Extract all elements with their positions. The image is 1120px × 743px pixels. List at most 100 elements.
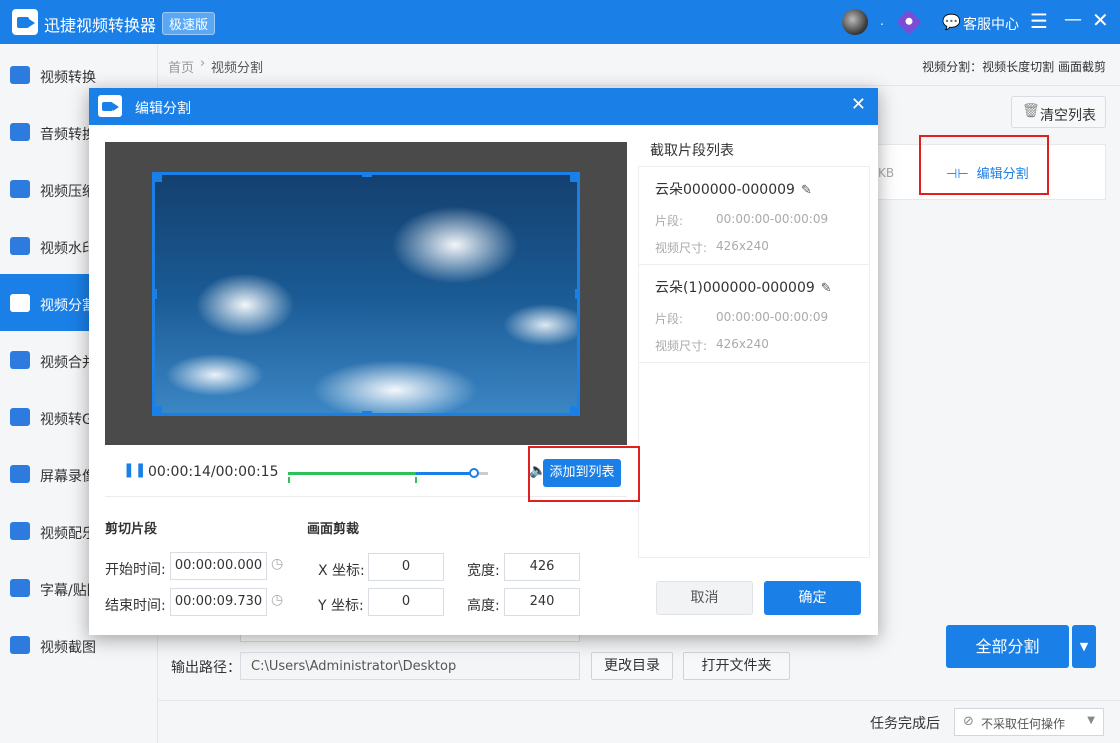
crop-handle[interactable] <box>362 411 372 416</box>
chevron-down-icon[interactable]: ▼ <box>1072 625 1096 668</box>
segment-list: 云朵000000-000009 ✎ 片段: 00:00:00-00:00:09 视… <box>638 166 870 558</box>
sidebar-item-label: 视频压缩 <box>40 184 96 200</box>
segment-size-value: 426x240 <box>716 337 769 351</box>
segment-panel: 截取片段列表 云朵000000-000009 ✎ 片段: 00:00:00-00:… <box>638 128 878 635</box>
playhead-knob[interactable] <box>469 468 479 478</box>
confirm-button[interactable]: 确定 <box>764 581 861 615</box>
edition-badge: 极速版 <box>162 12 216 35</box>
app-logo-icon <box>12 9 38 35</box>
selection-start-handle[interactable] <box>288 477 290 483</box>
crop-handle[interactable] <box>570 172 580 182</box>
crop-handle[interactable] <box>152 289 157 299</box>
segment-list-title: 截取片段列表 <box>650 143 734 159</box>
height-label: 高度: <box>467 598 500 614</box>
chevron-down-icon: ▼ <box>1087 715 1095 726</box>
selection-end-handle[interactable] <box>415 477 417 483</box>
close-icon[interactable]: ✕ <box>851 94 866 115</box>
crop-handle[interactable] <box>152 172 162 182</box>
clear-list-button[interactable]: 🗑 清空列表 <box>1011 96 1106 128</box>
y-coord-label: Y 坐标: <box>318 598 364 614</box>
dialog-header: 编辑分割 ✕ <box>89 88 878 125</box>
app-logo-icon <box>98 95 122 117</box>
chat-icon[interactable]: 💬 <box>942 13 961 31</box>
breadcrumb-home[interactable]: 首页 <box>168 57 194 76</box>
selection-range <box>288 472 416 475</box>
screen-record-icon <box>10 465 30 483</box>
menu-icon[interactable]: ☰ <box>1030 9 1048 33</box>
sidebar-item-label: 视频转换 <box>40 70 96 86</box>
crop-handle[interactable] <box>152 406 162 416</box>
width-input[interactable]: 426 <box>504 553 580 581</box>
video-split-icon <box>10 294 30 312</box>
start-time-input[interactable]: 00:00:00.000 <box>170 552 267 580</box>
crop-handle[interactable] <box>362 172 372 177</box>
file-size: KB <box>878 166 895 180</box>
y-coord-input[interactable]: 0 <box>368 588 444 616</box>
segment-name: 云朵000000-000009 ✎ <box>655 179 812 199</box>
task-complete-label: 任务完成后 <box>870 716 940 732</box>
cut-section-title: 剪切片段 <box>105 522 158 537</box>
audio-convert-icon <box>10 123 30 141</box>
crop-handle[interactable] <box>570 406 580 416</box>
video-screenshot-icon <box>10 636 30 654</box>
x-coord-label: X 坐标: <box>318 563 365 579</box>
dialog-title: 编辑分割 <box>135 101 191 117</box>
video-frame[interactable] <box>152 172 580 416</box>
sidebar-item-label: 屏幕录像 <box>40 469 96 485</box>
change-dir-button[interactable]: 更改目录 <box>591 652 673 680</box>
pause-icon[interactable]: ❚❚ <box>123 462 146 478</box>
crop-handle[interactable] <box>575 289 580 299</box>
segment-name-text: 云朵(1)000000-000009 <box>655 280 815 296</box>
clear-list-label: 清空列表 <box>1040 108 1096 124</box>
breadcrumb-current: 视频分割 <box>211 61 264 76</box>
sidebar-item-label: 视频截图 <box>40 640 96 656</box>
list-item[interactable]: 云朵000000-000009 ✎ 片段: 00:00:00-00:00:09 视… <box>639 167 869 265</box>
vip-icon[interactable] <box>896 9 922 35</box>
segment-range-value: 00:00:00-00:00:09 <box>716 212 829 226</box>
breadcrumb: 首页 › 视频分割 视频分割：视频长度切割 画面截剪 <box>158 44 1120 86</box>
x-coord-input[interactable]: 0 <box>368 553 444 581</box>
mode-info: 视频分割：视频长度切割 画面截剪 <box>922 60 1106 74</box>
segment-name: 云朵(1)000000-000009 ✎ <box>655 277 832 297</box>
clock-icon[interactable]: ◷ <box>271 592 283 608</box>
video-convert-icon <box>10 66 30 84</box>
segment-range-label: 片段: <box>655 312 684 326</box>
app-title: 迅捷视频转换器 <box>44 16 157 35</box>
playback-slider[interactable] <box>288 468 488 483</box>
list-item[interactable]: 云朵(1)000000-000009 ✎ 片段: 00:00:00-00:00:0… <box>639 265 869 363</box>
video-preview <box>105 142 627 445</box>
cancel-button[interactable]: 取消 <box>656 581 753 615</box>
segment-size-label: 视频尺寸: <box>655 339 708 353</box>
sidebar-item-label: 音频转换 <box>40 127 96 143</box>
service-center-link[interactable]: 客服中心 <box>963 14 1019 34</box>
segment-name-text: 云朵000000-000009 <box>655 182 795 198</box>
breadcrumb-separator: › <box>200 56 206 71</box>
clock-icon[interactable]: ◷ <box>271 556 283 572</box>
output-path-field[interactable]: C:\Users\Administrator\Desktop <box>240 652 580 680</box>
end-time-label: 结束时间: <box>105 598 166 614</box>
sidebar-item-label: 视频合并 <box>40 355 96 371</box>
pencil-icon[interactable]: ✎ <box>801 183 812 198</box>
sidebar-item-label: 视频水印 <box>40 241 96 257</box>
minimize-icon[interactable]: — <box>1064 9 1082 30</box>
video-music-icon <box>10 522 30 540</box>
width-label: 宽度: <box>467 563 500 579</box>
close-icon[interactable]: ✕ <box>1092 8 1109 32</box>
video-compress-icon <box>10 180 30 198</box>
height-input[interactable]: 240 <box>504 588 580 616</box>
ban-icon: ⊘ <box>963 714 974 729</box>
edit-split-dialog: 编辑分割 ✕ ❚❚ 00:00:14/00:00:15 🔈 剪切片段 开始时间:… <box>89 88 878 635</box>
edit-split-highlight <box>919 135 1049 195</box>
footer: 任务完成后 ⊘ 不采取任何操作 ▼ <box>158 700 1120 743</box>
segment-range-value: 00:00:00-00:00:09 <box>716 310 829 324</box>
trash-icon: 🗑 <box>1022 103 1040 119</box>
after-task-select[interactable]: ⊘ 不采取任何操作 ▼ <box>954 708 1104 736</box>
pencil-icon[interactable]: ✎ <box>821 281 832 296</box>
end-time-input[interactable]: 00:00:09.730 <box>170 588 267 616</box>
segment-range-label: 片段: <box>655 214 684 228</box>
add-to-list-button[interactable]: 添加到列表 <box>543 459 621 487</box>
avatar[interactable] <box>842 9 868 35</box>
open-folder-button[interactable]: 打开文件夹 <box>683 652 790 680</box>
user-name[interactable]: . <box>880 14 884 28</box>
split-all-button[interactable]: 全部分割 <box>946 625 1069 668</box>
